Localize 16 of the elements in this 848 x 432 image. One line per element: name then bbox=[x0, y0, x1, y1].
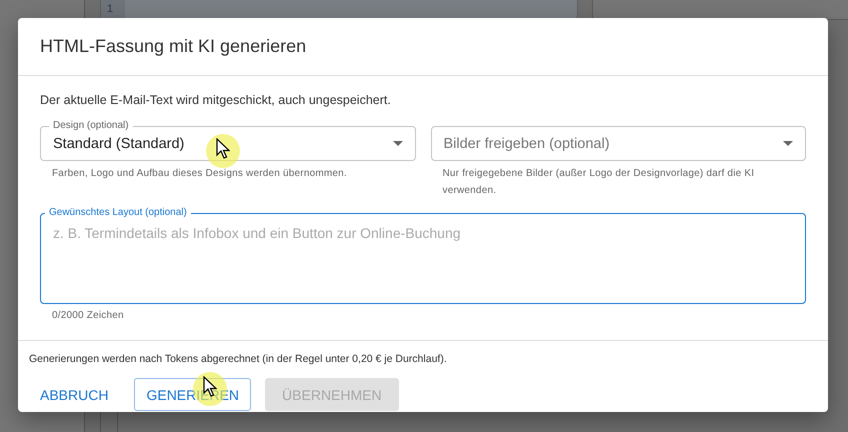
intro-text: Der aktuelle E-Mail-Text wird mitgeschickt, auch ungespeichert. bbox=[40, 93, 392, 107]
character-counter: 0/2000 Zeichen bbox=[52, 310, 125, 321]
dialog-button[interactable]: ABBRUCH bbox=[28, 378, 120, 411]
caret-icon bbox=[392, 141, 402, 146]
field-label: Gewünschtes Layout (optional) bbox=[48, 207, 188, 219]
cursor-highlight-icon bbox=[206, 134, 240, 168]
layout-input[interactable]: z. B. Termindetails als Infobox und ein Button zur Online-Buchung bbox=[41, 219, 805, 299]
caret-icon bbox=[783, 141, 793, 146]
dialog-title: HTML-Fassung mit KI generieren bbox=[40, 36, 306, 56]
line-number: 1 bbox=[107, 3, 114, 15]
billing-note: Generierungen werden nach Tokens abgerechnet (in der Regel unter 0,20 € je Durchlauf). bbox=[29, 353, 447, 365]
helper-text: Nur freigegebene Bilder (außer Logo der Designvorlage) darf die KI verwenden. bbox=[442, 167, 756, 198]
dialog-button[interactable]: GENERIEREN bbox=[134, 378, 252, 411]
helper-text: Farben, Logo und Aufbau dieses Designs werden übernommen. bbox=[52, 167, 348, 181]
layout-field[interactable]: Gewünschtes Layout (optional) z. B. Termindetails als Infobox und ein Button zur Online-Buchung bbox=[40, 207, 806, 304]
dropdown-select[interactable]: Bilder freigeben (optional) bbox=[430, 126, 806, 161]
